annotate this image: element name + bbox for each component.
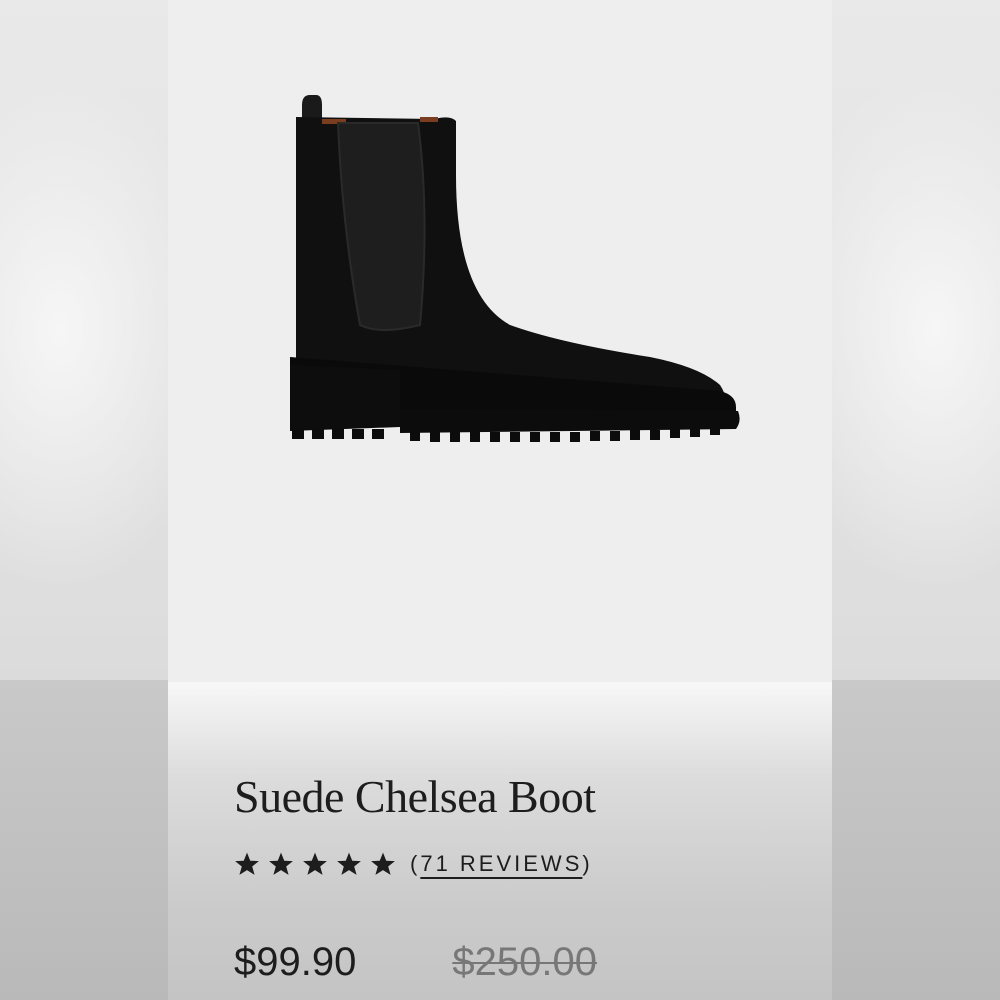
rating-row: (71 REVIEWS) <box>234 846 593 882</box>
star-icon <box>269 852 293 875</box>
product-image-area[interactable] <box>168 0 832 682</box>
product-info: Suede Chelsea Boot (71 REVIEWS) $99.90 $… <box>168 682 832 1000</box>
original-price: $250.00 <box>452 940 597 984</box>
product-card: Suede Chelsea Boot (71 REVIEWS) $99.90 $… <box>168 0 832 1000</box>
star-rating[interactable] <box>234 851 396 877</box>
backdrop-shade-left <box>0 680 168 1000</box>
reviews-close-paren: ) <box>582 851 593 876</box>
reviews-count: 71 REVIEWS <box>420 851 583 876</box>
price-row: $99.90 $250.00 <box>234 940 597 985</box>
sale-price: $99.90 <box>234 940 357 984</box>
star-icon <box>371 852 395 875</box>
star-icon <box>303 852 327 875</box>
boot-outsole <box>400 409 740 433</box>
reviews-open-paren: ( <box>410 851 421 876</box>
reviews-link[interactable]: (71 REVIEWS) <box>410 851 593 877</box>
chelsea-boot-image <box>290 95 740 442</box>
product-title: Suede Chelsea Boot <box>234 771 596 822</box>
star-icon <box>337 852 361 875</box>
boot-heel <box>290 365 400 431</box>
backdrop-shade-right <box>832 680 1000 1000</box>
star-icon <box>235 852 259 875</box>
